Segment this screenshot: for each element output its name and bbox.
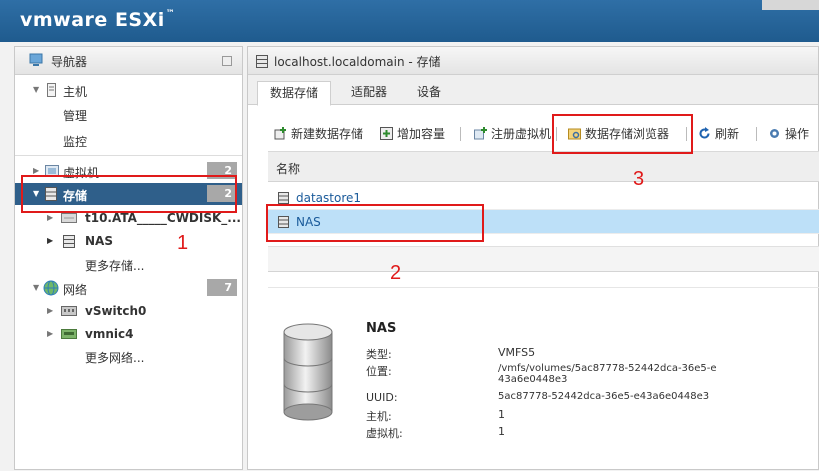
detail-value-type: VMFS5 [498, 346, 536, 359]
disk-icon [61, 213, 77, 223]
annotation-box-3 [552, 114, 693, 154]
nav-item-more-networks[interactable]: 更多网络... [15, 345, 242, 367]
nav-label-monitor: 监控 [63, 135, 88, 149]
navigator-panel: 导航器 ▼ 主机 管理 监控 ▶ 虚拟机 2 ▼ 存储 2 ▶ t10.ATA_… [14, 46, 243, 470]
globe-icon [43, 280, 59, 296]
detail-key-hosts: 主机: [366, 410, 392, 423]
refresh-label: 刷新 [715, 127, 740, 141]
navigator-header: 导航器 [15, 47, 242, 75]
table-footer [268, 246, 819, 272]
new-datastore-label: 新建数据存储 [291, 127, 364, 141]
nav-item-vmnic4[interactable]: ▶ vmnic4 [15, 323, 242, 345]
page-title: localhost.localdomain - 存储 [274, 55, 441, 69]
nav-item-vswitch0[interactable]: ▶ vSwitch0 [15, 300, 242, 322]
nav-label-manage: 管理 [63, 109, 88, 123]
switch-icon [61, 306, 77, 316]
network-count-badge: 7 [207, 279, 237, 296]
detail-value-vms: 1 [498, 425, 505, 438]
collapse-arrow-icon[interactable]: ▶ [47, 329, 53, 338]
collapse-arrow-icon[interactable]: ▶ [47, 306, 53, 315]
host-icon [47, 83, 56, 97]
nav-label-host: 主机 [63, 85, 88, 99]
annotation-number-3: 3 [633, 168, 645, 190]
expand-arrow-icon[interactable]: ▼ [33, 283, 39, 292]
tab-adapters[interactable]: 适配器 [339, 81, 399, 106]
increase-capacity-label: 增加容量 [397, 127, 446, 141]
toolbar: 新建数据存储 增加容量 注册虚拟机 数据存储浏览器 刷新 操作 [248, 119, 818, 145]
column-header-name[interactable]: 名称 [276, 160, 300, 177]
annotation-box-2 [266, 204, 484, 242]
nav-label-local-disk: t10.ATA_____CWDISK_... [85, 211, 241, 225]
collapse-pin-icon[interactable] [222, 56, 232, 66]
nav-label-more-storage: 更多存储... [85, 259, 145, 273]
increase-capacity-icon [380, 127, 393, 140]
main-header: localhost.localdomain - 存储 [248, 47, 818, 75]
increase-capacity-button[interactable]: 增加容量 [380, 125, 445, 143]
register-vm-button[interactable]: 注册虚拟机 [474, 125, 551, 143]
table-header: 名称 [268, 152, 819, 182]
nav-label-vswitch0: vSwitch0 [85, 304, 147, 318]
toolbar-separator [460, 127, 461, 141]
tab-datastores[interactable]: 数据存储 [257, 81, 332, 106]
refresh-button[interactable]: 刷新 [698, 125, 739, 143]
collapse-arrow-icon[interactable]: ▶ [33, 166, 39, 175]
datastore-large-icon [283, 323, 333, 421]
detail-key-vms: 虚拟机: [366, 427, 403, 440]
navigator-title: 导航器 [51, 55, 88, 69]
nav-label-vmnic4: vmnic4 [85, 327, 134, 341]
detail-key-location: 位置: [366, 365, 392, 378]
detail-key-uuid: UUID: [366, 391, 398, 404]
nav-item-networking[interactable]: ▼ 网络 7 [15, 277, 242, 299]
nav-item-manage[interactable]: 管理 [15, 103, 242, 125]
storage-icon [256, 55, 268, 68]
nav-label-nas: NAS [85, 234, 113, 248]
top-bar: vmware ESXi™ [0, 0, 819, 42]
nav-item-monitor[interactable]: 监控 [15, 129, 242, 151]
nav-label-networking: 网络 [63, 283, 88, 297]
new-datastore-button[interactable]: 新建数据存储 [274, 125, 363, 143]
collapse-arrow-icon[interactable]: ▶ [47, 236, 53, 245]
actions-label: 操作 [785, 127, 810, 141]
detail-value-hosts: 1 [498, 408, 505, 421]
nic-icon [61, 329, 77, 339]
storage-panel: localhost.localdomain - 存储 数据存储 适配器 设备 新… [247, 46, 819, 470]
annotation-box-1 [21, 175, 237, 213]
annotation-number-2: 2 [390, 262, 402, 284]
toolbar-separator [756, 127, 757, 141]
datastore-name-link[interactable]: datastore1 [296, 191, 361, 205]
tab-bar: 数据存储 适配器 设备 [248, 75, 818, 106]
actions-button[interactable]: 操作 [768, 125, 809, 143]
nav-item-nas[interactable]: ▶ NAS [15, 230, 242, 252]
new-datastore-icon [274, 127, 286, 140]
navigator-icon [29, 53, 43, 66]
detail-value-uuid: 5ac87778-52442dca-36e5-e43a6e0448e3 [498, 391, 710, 402]
annotation-number-1: 1 [177, 232, 189, 254]
expand-arrow-icon[interactable]: ▼ [33, 85, 39, 94]
vmware-esxi-logo: vmware ESXi™ [20, 9, 176, 31]
datastore-icon [278, 192, 289, 204]
datastore-icon [63, 235, 75, 248]
nav-item-more-storage[interactable]: 更多存储... [15, 253, 242, 275]
gear-icon [770, 129, 779, 138]
nav-label-more-networks: 更多网络... [85, 351, 145, 365]
nav-item-host[interactable]: ▼ 主机 [15, 79, 242, 101]
register-vm-label: 注册虚拟机 [491, 127, 552, 141]
detail-value-location: /vmfs/volumes/5ac87778-52442dca-36e5-e43… [498, 363, 717, 385]
detail-key-type: 类型: [366, 348, 392, 361]
window-edge [762, 0, 819, 10]
datastore-title: NAS [366, 321, 397, 336]
refresh-icon [699, 127, 710, 139]
register-vm-icon [474, 127, 487, 140]
tab-devices[interactable]: 设备 [405, 81, 453, 106]
datastore-details: NAS 类型: VMFS5 位置: /vmfs/volumes/5ac87778… [268, 287, 819, 471]
collapse-arrow-icon[interactable]: ▶ [47, 213, 53, 222]
